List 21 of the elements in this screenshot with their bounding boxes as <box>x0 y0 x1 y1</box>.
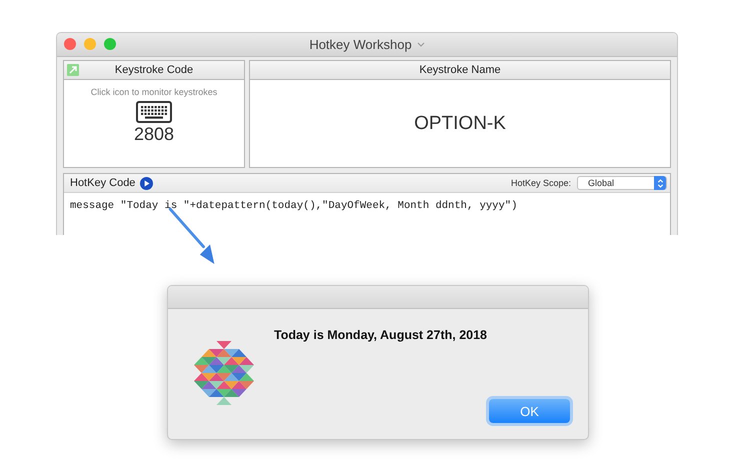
minimize-button[interactable] <box>84 38 96 50</box>
alert-message: Today is Monday, August 27th, 2018 <box>274 328 488 342</box>
keystroke-name: OPTION-K <box>414 112 506 134</box>
zoom-button[interactable] <box>104 38 116 50</box>
keyboard-icon[interactable] <box>136 101 172 123</box>
code-editor[interactable]: message "Today is "+datepattern(today(),"DayOfWeek, Month ddnth, yyyy") <box>64 192 670 235</box>
scope-dropdown[interactable]: Global <box>577 176 667 190</box>
stepper-icon <box>656 178 664 188</box>
window-title: Hotkey Workshop <box>309 37 412 52</box>
panel-header: Keystroke Code <box>114 64 194 76</box>
keystroke-code: 2808 <box>134 124 174 145</box>
hint-text: Click icon to monitor keystrokes <box>90 87 218 97</box>
hexagon-icon <box>194 341 254 405</box>
chevron-icon[interactable] <box>416 42 425 47</box>
code-line: message "Today is "+datepattern(today(),"DayOfWeek, Month ddnth, yyyy") <box>70 200 518 212</box>
panel-header: Keystroke Name <box>419 64 501 76</box>
scope-label: HotKey Scope: <box>510 178 571 188</box>
arrow-icon[interactable] <box>67 64 79 76</box>
panel-header: HotKey Code <box>70 177 136 189</box>
close-button[interactable] <box>64 38 76 50</box>
play-icon[interactable] <box>140 176 154 190</box>
